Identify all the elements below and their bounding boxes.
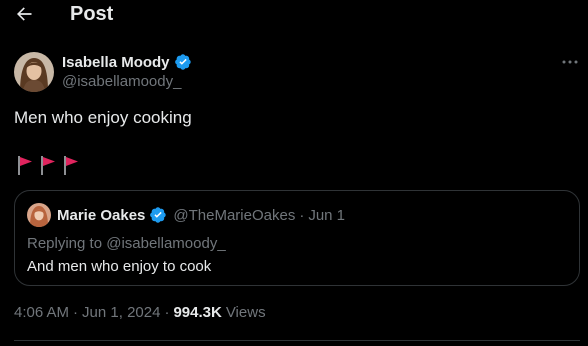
arrow-left-icon	[17, 7, 32, 21]
views-label: Views	[225, 304, 266, 321]
verified-badge-icon	[174, 54, 191, 70]
page-title: Post	[70, 3, 114, 25]
quoted-author-avatar[interactable]	[27, 203, 51, 227]
divider	[14, 340, 580, 341]
quoted-author-handle[interactable]: @TheMarieOakes	[173, 207, 295, 224]
quoted-post-date[interactable]: Jun 1	[308, 207, 345, 224]
emoji-row	[16, 155, 79, 175]
red-flag-icon	[64, 156, 78, 175]
more-options-button[interactable]	[560, 54, 580, 70]
author-name-row: Isabella Moody	[62, 52, 192, 72]
author-handle[interactable]: @isabellamoody_	[62, 73, 181, 90]
back-button[interactable]	[12, 2, 36, 26]
post-header: Post	[0, 0, 588, 30]
author-avatar[interactable]	[14, 52, 54, 92]
quoted-post-text: And men who enjoy to cook	[27, 258, 212, 275]
quoted-post-header: Marie Oakes @TheMarieOakes · Jun 1	[57, 204, 345, 226]
red-flag-icon	[41, 156, 55, 175]
replying-to-label: Replying to @isabellamoody_	[27, 235, 226, 252]
quoted-author-name[interactable]: Marie Oakes	[57, 207, 145, 224]
verified-badge-icon	[150, 207, 167, 223]
post-text: Men who enjoy cooking	[14, 108, 192, 127]
views-count: 994.3K	[173, 304, 222, 321]
post-time[interactable]: 4:06 AM	[14, 304, 69, 321]
author-name[interactable]: Isabella Moody	[62, 54, 170, 71]
red-flag-icon	[18, 156, 32, 175]
separator-dot: ·	[164, 304, 170, 321]
separator-dot: ·	[299, 206, 305, 224]
quoted-post-card[interactable]: Marie Oakes @TheMarieOakes · Jun 1 Reply…	[14, 190, 580, 286]
more-horizontal-icon	[562, 60, 578, 64]
post-date[interactable]: Jun 1, 2024	[82, 304, 160, 321]
separator-dot: ·	[73, 304, 79, 321]
post-meta: 4:06 AM · Jun 1, 2024 · 994.3K Views	[14, 304, 266, 321]
